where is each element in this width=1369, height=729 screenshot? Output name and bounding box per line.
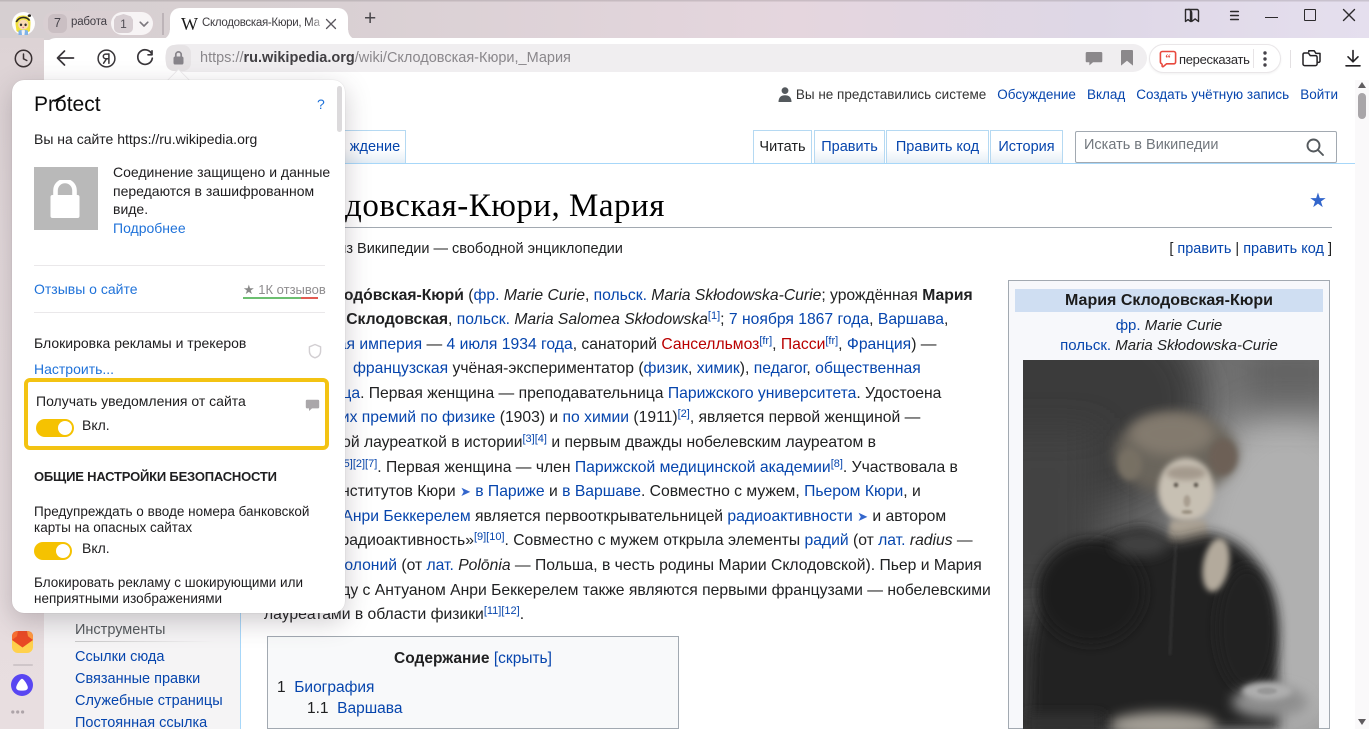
svg-text:“: “ <box>1165 53 1171 65</box>
